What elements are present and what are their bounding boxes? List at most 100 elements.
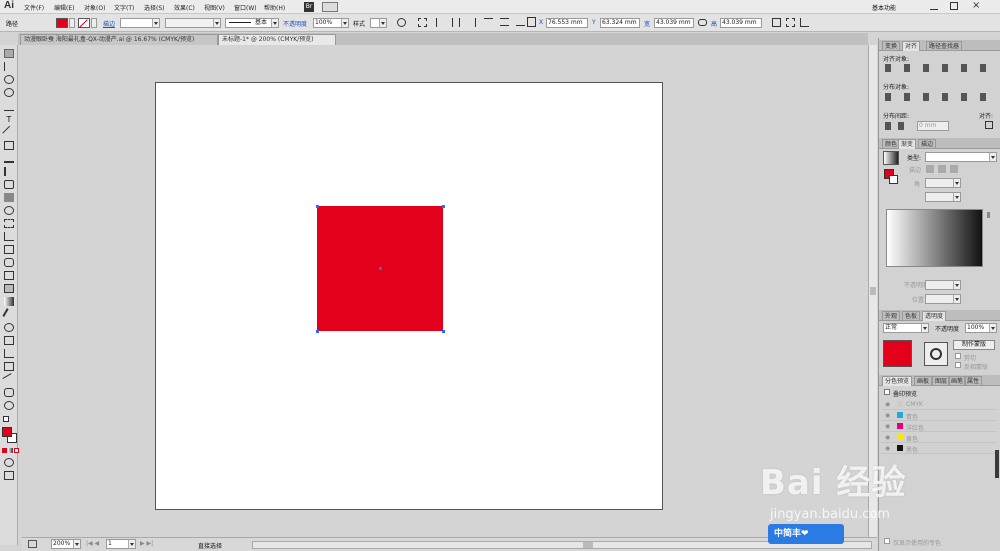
workspace-switcher[interactable]: 基本功能 [872,3,896,12]
gradient-stroke-swatch[interactable] [889,175,898,184]
stroke-dropdown[interactable] [91,18,97,28]
menu-object[interactable]: 对象(O) [84,3,105,12]
gradient-stroke-buttons[interactable] [926,165,960,173]
paintbrush-tool-icon[interactable] [4,154,14,163]
gradient-tool-icon[interactable] [4,297,14,306]
align-bottom-icon[interactable] [516,18,525,26]
invert-mask-checkbox[interactable] [955,362,961,368]
gradient-mode-icon[interactable] [8,448,13,453]
gradient-opacity-field[interactable] [925,280,961,290]
graphic-style-field[interactable] [370,18,387,28]
fill-color-swatch[interactable] [2,427,12,437]
align-to-icon[interactable] [985,121,993,129]
gradient-angle-field[interactable] [925,178,961,188]
tab-document-2[interactable]: 未标题-1* @ 200% (CMYK/预览) [218,34,336,45]
stroke-swatch[interactable] [78,18,90,28]
tab-document-1[interactable]: 动漫眼卧蚕 海阳最礼盒-QX-动漫产.ai @ 16.67% (CMYK/预览) [20,34,218,45]
constrain-proportions-icon[interactable] [698,19,707,26]
align-to-selection-icon[interactable] [418,18,427,27]
align-right-icon[interactable] [468,18,476,27]
stroke-weight-field[interactable] [120,18,160,28]
shape-builder-tool-icon[interactable] [4,258,14,267]
gradient-type-field[interactable] [925,152,997,162]
distribute-objects-buttons[interactable] [885,93,995,101]
anchor-handle-top-right[interactable] [442,205,445,208]
align-left-icon[interactable] [436,18,444,27]
perspective-grid-tool-icon[interactable] [4,271,14,280]
align-objects-buttons[interactable] [885,64,995,72]
visibility-eye-icon[interactable]: ◉ [885,445,890,452]
visibility-eye-icon[interactable]: ◉ [885,434,890,441]
menu-edit[interactable]: 编辑(E) [54,3,74,12]
menu-select[interactable]: 选择(S) [144,3,165,12]
tab-stroke[interactable]: 描边 [918,139,937,149]
tab-swatches[interactable]: 色板 [902,311,921,321]
first-page-icon[interactable]: |◀ ◀ [86,540,99,547]
clip-checkbox[interactable] [955,353,961,359]
transparency-opacity-field[interactable]: 100% [965,323,997,333]
gradient-thumbnail[interactable] [883,151,899,165]
eyedropper-tool-icon[interactable] [2,308,16,321]
zoom-tool-icon[interactable] [4,401,14,410]
align-top-icon[interactable] [484,18,493,26]
separation-row[interactable]: ◉ 黄色 [881,432,997,443]
eraser-tool-icon[interactable] [4,193,14,202]
panel-menu-icon[interactable] [800,18,809,27]
transform-icon[interactable] [772,18,781,27]
menu-type[interactable]: 文字(T) [114,3,134,12]
direct-selection-tool-icon[interactable] [4,62,14,71]
menu-window[interactable]: 窗口(W) [234,3,257,12]
reference-point-icon[interactable] [527,17,536,27]
fill-dropdown[interactable] [69,18,75,28]
blend-tool-icon[interactable] [4,323,14,332]
make-mask-button[interactable]: 制作蒙版 [953,340,995,350]
menu-effect[interactable]: 效果(C) [174,3,195,12]
minimize-icon[interactable] [930,2,938,10]
arrange-documents-button[interactable] [322,2,338,12]
spacing-field[interactable]: 0 mm [917,121,949,131]
opacity-label[interactable]: 不透明度 [283,19,307,28]
tab-attributes[interactable]: 属性 [964,376,983,386]
type-tool-icon[interactable]: T [4,115,14,124]
hand-tool-icon[interactable] [4,388,14,397]
zoom-field[interactable]: 200% [51,539,81,549]
line-tool-icon[interactable] [2,125,16,140]
tab-separations-preview[interactable]: 分色预览 [882,376,913,386]
separation-row[interactable]: ◉ 洋红色 [881,421,997,432]
tab-gradient[interactable]: 渐变 [898,139,917,149]
mesh-tool-icon[interactable] [4,284,14,293]
visibility-eye-icon[interactable]: ◉ [885,412,890,419]
pencil-tool-icon[interactable] [4,167,14,176]
menu-help[interactable]: 帮助(H) [264,3,285,12]
mask-thumbnail[interactable] [924,342,948,366]
visibility-eye-icon[interactable]: ◉ [885,401,890,408]
slice-tool-icon[interactable] [2,373,16,386]
overprint-checkbox[interactable] [884,389,890,395]
variable-width-field[interactable] [165,18,221,28]
visibility-eye-icon[interactable]: ◉ [885,423,890,430]
separation-row[interactable]: ◉ 黑色 [881,443,997,454]
anchor-handle-bottom-left[interactable] [316,330,319,333]
menu-view[interactable]: 视图(V) [204,3,225,12]
h-field[interactable]: 43.039 mm [720,18,762,28]
opacity-field[interactable]: 100% [313,18,349,28]
default-colors-icon[interactable] [3,416,9,422]
anchor-handle-top-left[interactable] [316,205,319,208]
tab-align[interactable]: 对齐 [902,41,921,51]
isolate-icon[interactable] [786,18,795,27]
free-transform-tool-icon[interactable] [4,245,14,254]
close-icon[interactable]: × [972,0,980,11]
transparency-thumbnail[interactable] [883,340,912,367]
rectangle-tool-icon[interactable] [4,141,14,150]
page-field[interactable]: 1 [106,539,136,549]
draw-mode-icon[interactable] [4,458,14,467]
separation-row[interactable]: ◉ 青色 [881,410,997,421]
symbol-sprayer-tool-icon[interactable] [4,336,14,345]
gradient-delete-stop-icon[interactable] [987,212,990,218]
scroll-thumb[interactable] [870,287,876,295]
menu-file[interactable]: 文件(F) [24,3,44,12]
rotate-tool-icon[interactable] [4,206,14,215]
column-graph-tool-icon[interactable] [4,349,14,358]
next-page-icon[interactable]: ▶ ▶| [140,540,153,547]
blend-mode-field[interactable]: 正常 [883,323,929,333]
